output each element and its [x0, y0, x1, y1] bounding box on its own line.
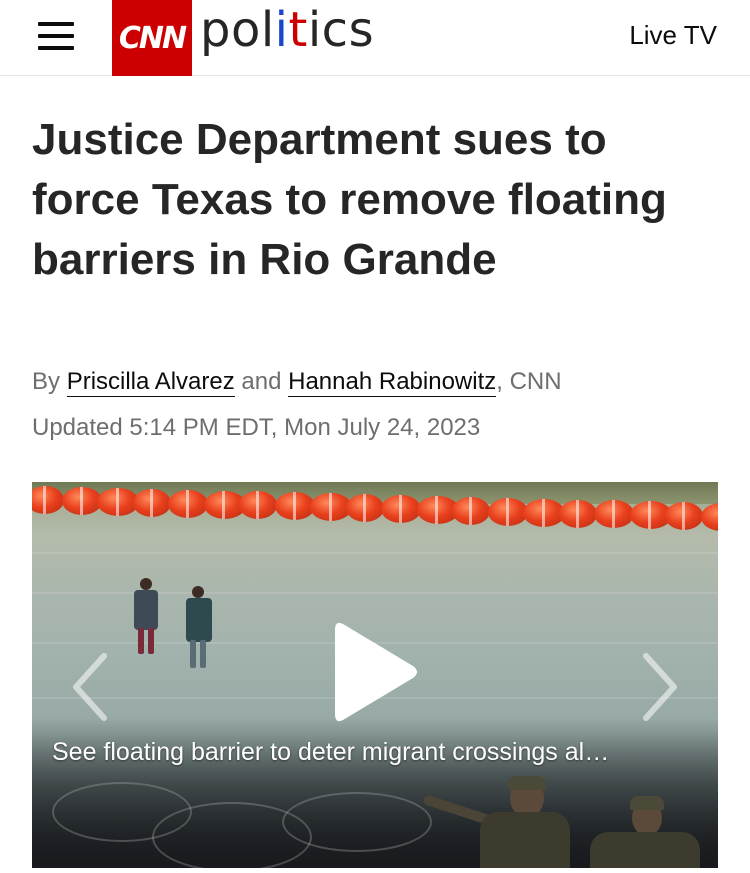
video-scene-buoy [345, 494, 384, 523]
section-title[interactable]: politics [200, 2, 374, 58]
video-scene-buoy [700, 503, 718, 532]
chevron-right-icon[interactable] [638, 652, 682, 722]
byline-suffix: , CNN [496, 368, 562, 395]
video-scene-buoy [32, 486, 64, 514]
person-leg [138, 628, 144, 654]
byline-prefix: By [32, 368, 61, 395]
video-scene-buoy [381, 495, 421, 523]
person-body [186, 598, 212, 642]
video-scene-soldier [590, 832, 700, 868]
author-link-priscilla-alvarez[interactable]: Priscilla Alvarez [66, 368, 235, 397]
video-caption: See floating barrier to deter migrant cr… [52, 738, 610, 766]
play-icon[interactable] [331, 618, 421, 726]
video-scene-buoy [274, 492, 315, 521]
video-scene-buoy [594, 500, 634, 529]
article-headline: Justice Department sues to force Texas t… [32, 115, 667, 284]
cnn-logo[interactable]: CNN [112, 0, 192, 76]
section-title-text: politics [200, 2, 375, 58]
person-leg [200, 640, 206, 668]
person-leg [148, 628, 154, 654]
video-scene-soldier-cap [508, 776, 546, 790]
menu-bar [38, 46, 74, 50]
menu-bar [38, 34, 74, 38]
video-scene-buoy [61, 486, 102, 515]
person-leg [190, 640, 196, 668]
video-scene-buoy [665, 502, 703, 531]
cnn-logo-text: CNN [118, 20, 187, 56]
person-head [192, 586, 204, 598]
menu-bar [38, 22, 74, 26]
video-scene-buoy [558, 499, 597, 528]
video-scene-soldier [480, 812, 570, 868]
chevron-left-icon[interactable] [68, 652, 112, 722]
live-tv-link[interactable]: Live TV [629, 20, 717, 51]
byline: By Priscilla Alvarez and Hannah Rabinowi… [32, 368, 562, 397]
video-scene-razor-wire [282, 792, 432, 852]
site-header: CNN politics Live TV [0, 0, 750, 76]
video-scene-buoy [132, 488, 171, 517]
video-scene-ripple [32, 552, 718, 554]
video-scene-soldier-cap [630, 796, 664, 810]
video-scene-buoy [487, 497, 528, 526]
byline-conjunction: and [241, 368, 282, 395]
video-scene-buoys [32, 486, 718, 532]
video-player[interactable]: See floating barrier to deter migrant cr… [32, 482, 718, 868]
video-scene-buoy [168, 489, 208, 518]
updated-timestamp: Updated 5:14 PM EDT, Mon July 24, 2023 [32, 414, 481, 441]
author-link-hannah-rabinowitz[interactable]: Hannah Rabinowitz [288, 368, 497, 397]
person-head [140, 578, 152, 590]
hamburger-menu-icon[interactable] [38, 20, 74, 52]
person-body [134, 590, 158, 630]
video-scene-buoy [452, 496, 490, 525]
video-scene-buoy [239, 491, 277, 520]
